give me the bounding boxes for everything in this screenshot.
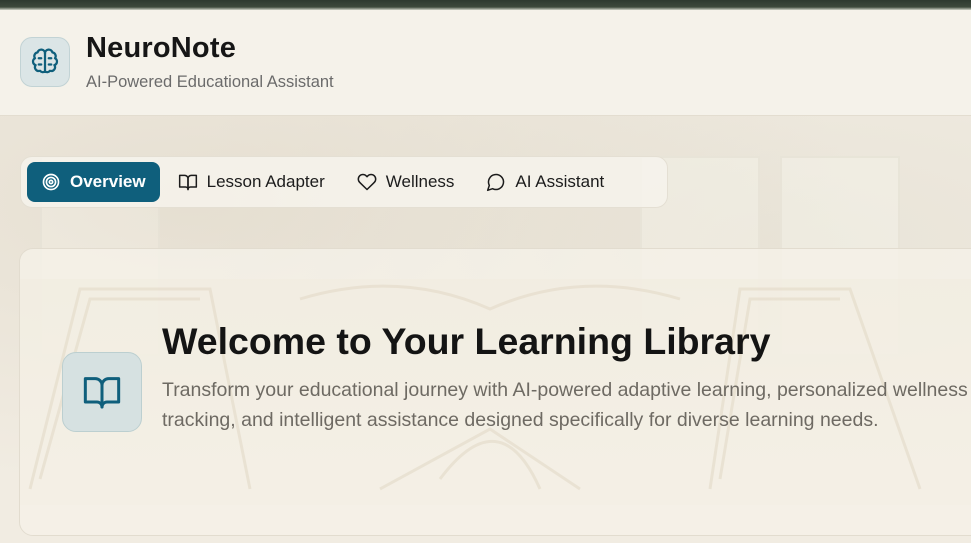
hero-icon-badge (62, 352, 142, 432)
hero-title: Welcome to Your Learning Library (162, 320, 771, 362)
tab-ai-assistant[interactable]: AI Assistant (472, 162, 618, 202)
app-title: NeuroNote (86, 32, 237, 64)
top-window-strip (0, 0, 971, 10)
tab-wellness[interactable]: Wellness (343, 162, 469, 202)
book-open-icon (83, 377, 121, 409)
app-logo (20, 37, 70, 87)
tab-label: Overview (70, 172, 146, 191)
chat-bubble-icon (487, 173, 505, 192)
tab-label: Lesson Adapter (206, 172, 325, 191)
tab-lesson-adapter[interactable]: Lesson Adapter (164, 162, 339, 202)
book-open-icon (178, 174, 197, 191)
app-header: NeuroNote AI-Powered Educational Assista… (0, 10, 971, 116)
app-subtitle: AI-Powered Educational Assistant (86, 73, 334, 91)
main-tabs: Overview Lesson Adapter Wellness AI Assi… (20, 156, 668, 208)
tab-label: AI Assistant (515, 172, 605, 191)
tab-label: Wellness (385, 172, 455, 191)
welcome-hero-card: Welcome to Your Learning Library Transfo… (19, 248, 971, 536)
tab-overview[interactable]: Overview (27, 162, 160, 202)
hero-description: Transform your educational journey with … (162, 379, 968, 431)
brain-icon (31, 48, 59, 74)
target-icon (42, 173, 60, 191)
heart-icon (357, 173, 377, 191)
